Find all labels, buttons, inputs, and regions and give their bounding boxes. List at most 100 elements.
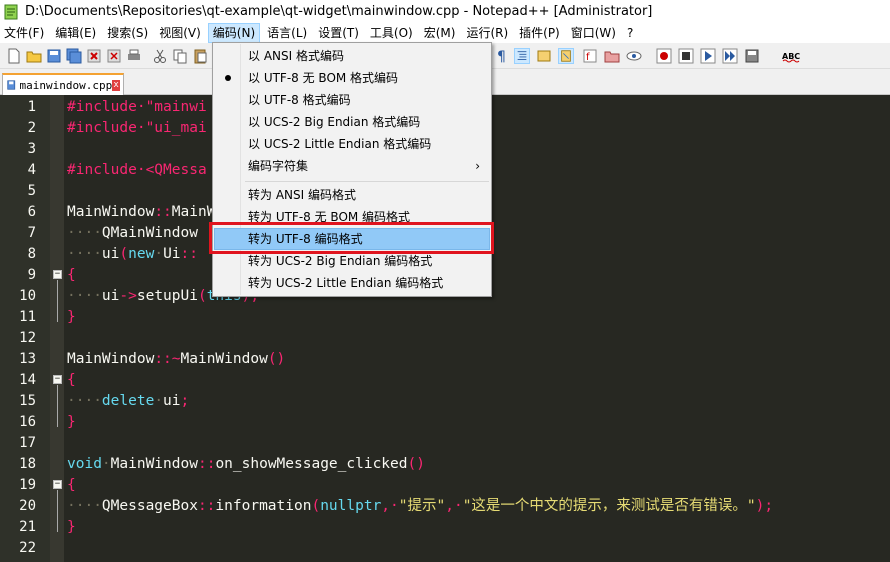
tab-mainwindow-cpp[interactable]: mainwindow.cpp x: [2, 73, 124, 95]
notepadpp-app-icon: [4, 4, 18, 19]
user-defined-lang-icon[interactable]: [536, 48, 552, 64]
line-number: 3: [27, 141, 36, 157]
code-token: QMessageBox: [101, 498, 198, 514]
code-token: void: [67, 456, 102, 472]
line-number: 15: [19, 393, 36, 409]
code-line-6: MainWindow::MainW: [67, 202, 215, 223]
code-token: ui: [101, 288, 120, 304]
code-token: MainWindow: [67, 204, 155, 220]
menu-view[interactable]: 视图(V): [155, 23, 205, 43]
run-macro-multiple-icon[interactable]: [722, 48, 738, 64]
code-token: ::~: [154, 351, 181, 367]
menu-item-encode-ansi[interactable]: 以 ANSI 格式编码: [214, 45, 490, 67]
menu-item-label: 以 UTF-8 格式编码: [248, 93, 351, 107]
close-file-icon[interactable]: [86, 48, 102, 64]
open-file-icon[interactable]: [26, 48, 42, 64]
play-macro-icon[interactable]: [700, 48, 716, 64]
menu-item-label: 编码字符集: [248, 159, 309, 173]
menu-window[interactable]: 窗口(W): [567, 23, 620, 43]
menu-item-label: 以 UTF-8 无 BOM 格式编码: [248, 71, 399, 85]
spell-check-icon[interactable]: ABC: [782, 48, 802, 64]
code-line-21: }: [67, 517, 76, 538]
fold-collapse-icon[interactable]: −: [53, 375, 62, 384]
menu-item-character-sets[interactable]: 编码字符集 ›: [214, 155, 490, 177]
code-token: "这是一个中文的提示，来测试是否有错误。": [462, 498, 756, 514]
code-token: ····: [67, 498, 102, 514]
code-token: (): [407, 456, 425, 472]
menu-item-encode-ucs2-be[interactable]: 以 UCS-2 Big Endian 格式编码: [214, 111, 490, 133]
indent-guide-icon[interactable]: [514, 48, 530, 64]
code-line-9: {: [67, 265, 76, 286]
menu-item-encode-utf8-no-bom[interactable]: 以 UTF-8 无 BOM 格式编码: [214, 67, 490, 89]
fold-collapse-icon[interactable]: −: [53, 480, 62, 489]
line-number: 1: [27, 99, 36, 115]
show-all-chars-icon[interactable]: ¶: [494, 48, 510, 64]
code-line-1: #include·"mainwi: [67, 97, 207, 118]
annotation-highlight-box: [209, 222, 494, 254]
code-token: ;: [180, 393, 190, 409]
code-token: ui: [101, 246, 120, 262]
copy-icon[interactable]: [172, 48, 188, 64]
menu-search[interactable]: 搜索(S): [103, 23, 152, 43]
code-token: ····: [67, 288, 102, 304]
save-macro-icon[interactable]: [744, 48, 760, 64]
save-all-icon[interactable]: [66, 48, 82, 64]
line-number: 14: [19, 372, 36, 388]
line-number: 20: [19, 498, 36, 514]
code-token: ·: [101, 456, 111, 472]
menu-item-convert-ucs2-le[interactable]: 转为 UCS-2 Little Endian 编码格式: [214, 272, 490, 294]
code-token: ::: [154, 204, 172, 220]
menu-language[interactable]: 语言(L): [263, 23, 311, 43]
menu-separator: [245, 181, 489, 182]
menu-file[interactable]: 文件(F): [0, 23, 48, 43]
menu-plugins[interactable]: 插件(P): [515, 23, 564, 43]
menu-item-label: 以 UCS-2 Big Endian 格式编码: [248, 115, 421, 129]
cut-icon[interactable]: [152, 48, 168, 64]
folder-workspace-icon[interactable]: [604, 48, 620, 64]
code-token: (: [197, 288, 207, 304]
paste-icon[interactable]: [192, 48, 208, 64]
submenu-arrow-icon: ›: [475, 159, 480, 173]
menu-tools[interactable]: 工具(O): [366, 23, 417, 43]
tab-close-icon[interactable]: x: [112, 79, 120, 91]
fold-range-line: [57, 385, 58, 427]
close-all-icon[interactable]: [106, 48, 122, 64]
code-token: ->: [119, 288, 137, 304]
code-token: ui: [163, 393, 181, 409]
code-token: MainW: [171, 204, 216, 220]
monitoring-icon[interactable]: [626, 48, 642, 64]
menu-item-label: 转为 UCS-2 Big Endian 编码格式: [248, 254, 433, 268]
function-list-icon[interactable]: f: [582, 48, 598, 64]
save-icon[interactable]: [46, 48, 62, 64]
line-number: 22: [19, 540, 36, 556]
line-number: 7: [27, 225, 36, 241]
line-number: 21: [19, 519, 36, 535]
menu-macro[interactable]: 宏(M): [420, 23, 460, 43]
code-token: ····: [67, 246, 102, 262]
menu-item-encode-ucs2-le[interactable]: 以 UCS-2 Little Endian 格式编码: [214, 133, 490, 155]
doc-map-icon[interactable]: [558, 48, 574, 64]
stop-macro-icon[interactable]: [678, 48, 694, 64]
fold-collapse-icon[interactable]: −: [53, 270, 62, 279]
menu-encoding[interactable]: 编码(N): [207, 23, 261, 43]
menu-edit[interactable]: 编辑(E): [51, 23, 100, 43]
code-token: MainWindow: [110, 456, 198, 472]
fold-range-line: [57, 490, 58, 532]
menu-settings[interactable]: 设置(T): [314, 23, 363, 43]
menu-item-encode-utf8[interactable]: 以 UTF-8 格式编码: [214, 89, 490, 111]
menu-help[interactable]: ?: [623, 23, 637, 43]
code-line-20: ····QMessageBox::information(nullptr,·"提…: [67, 496, 773, 517]
code-token: #include·"ui_mai: [67, 120, 207, 136]
file-saved-icon: [7, 80, 16, 90]
code-token: {: [67, 267, 76, 283]
line-number: 13: [19, 351, 36, 367]
menu-bar: 文件(F) 编辑(E) 搜索(S) 视图(V) 编码(N) 语言(L) 设置(T…: [0, 23, 890, 43]
code-token: on_showMessage_clicked: [215, 456, 408, 472]
menu-item-label: 以 UCS-2 Little Endian 格式编码: [248, 137, 432, 151]
new-file-icon[interactable]: [6, 48, 22, 64]
code-line-14: {: [67, 370, 76, 391]
menu-run[interactable]: 运行(R): [462, 23, 512, 43]
record-macro-icon[interactable]: [656, 48, 672, 64]
print-icon[interactable]: [126, 48, 142, 64]
menu-item-convert-ansi[interactable]: 转为 ANSI 编码格式: [214, 184, 490, 206]
